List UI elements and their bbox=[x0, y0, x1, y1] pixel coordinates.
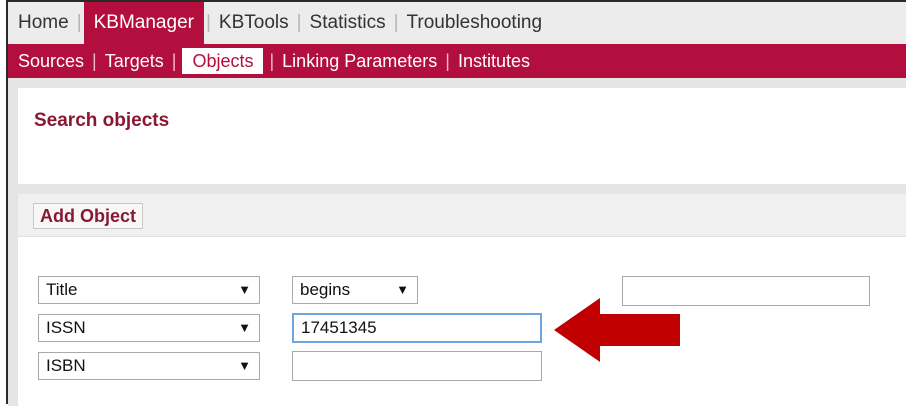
page-title: Search objects bbox=[34, 110, 170, 131]
nav-separator: | bbox=[205, 12, 211, 33]
red-arrow-icon bbox=[554, 298, 680, 362]
nav-separator: | bbox=[296, 12, 302, 33]
field-select-row2[interactable]: ISSN ▼ bbox=[38, 314, 260, 342]
nav-home-label: Home bbox=[18, 12, 69, 33]
nav-separator: | bbox=[393, 12, 399, 33]
operator-select-row1-value: begins bbox=[300, 280, 351, 299]
nav-kbmanager-label: KBManager bbox=[93, 12, 194, 33]
tab-separator: | bbox=[171, 50, 177, 71]
tab-sources[interactable]: Sources bbox=[8, 48, 90, 74]
search-form-panel: Add Object Title ▼ begins ▼ ISSN ▼ ISBN … bbox=[18, 194, 906, 406]
field-select-row1-value: Title bbox=[46, 280, 78, 299]
tab-targets[interactable]: Targets bbox=[99, 48, 170, 74]
tab-sources-label: Sources bbox=[18, 50, 85, 71]
field-select-row3-value: ISBN bbox=[46, 356, 86, 375]
field-select-row3[interactable]: ISBN ▼ bbox=[38, 352, 260, 380]
search-panel: Search objects bbox=[18, 88, 906, 184]
tab-separator: | bbox=[269, 50, 275, 71]
add-object-button[interactable]: Add Object bbox=[33, 203, 144, 229]
main-content: Search objects Add Object Title ▼ begins… bbox=[8, 78, 906, 406]
top-nav: Home | KBManager | KBTools | Statistics … bbox=[8, 2, 906, 45]
nav-kbmanager[interactable]: KBManager bbox=[83, 2, 204, 44]
nav-separator: | bbox=[76, 12, 82, 33]
sub-nav: Sources | Targets | Objects | Linking Pa… bbox=[8, 44, 906, 78]
tab-objects-label: Objects bbox=[192, 50, 254, 71]
tab-separator: | bbox=[92, 50, 97, 71]
nav-statistics[interactable]: Statistics bbox=[304, 2, 392, 44]
field-select-row1[interactable]: Title ▼ bbox=[38, 276, 260, 304]
tab-institutes-label: Institutes bbox=[457, 50, 530, 71]
field-select-row2-value: ISSN bbox=[46, 318, 86, 337]
dropdown-arrow-icon: ▼ bbox=[238, 320, 251, 335]
nav-kbtools-label: KBTools bbox=[218, 12, 289, 33]
nav-statistics-label: Statistics bbox=[309, 12, 386, 33]
tab-linking-parameters-label: Linking Parameters bbox=[282, 50, 438, 71]
dropdown-arrow-icon: ▼ bbox=[396, 282, 409, 297]
nav-kbtools[interactable]: KBTools bbox=[213, 2, 295, 44]
dropdown-arrow-icon: ▼ bbox=[238, 358, 251, 373]
tab-separator: | bbox=[445, 50, 450, 71]
nav-home[interactable]: Home bbox=[8, 2, 75, 44]
app-window: Home | KBManager | KBTools | Statistics … bbox=[6, 0, 906, 406]
tab-objects[interactable]: Objects bbox=[182, 48, 264, 74]
tab-targets-label: Targets bbox=[104, 50, 164, 71]
nav-troubleshooting-label: Troubleshooting bbox=[406, 12, 543, 33]
nav-troubleshooting[interactable]: Troubleshooting bbox=[401, 2, 549, 44]
tab-institutes[interactable]: Institutes bbox=[452, 48, 536, 74]
action-bar: Add Object bbox=[18, 194, 906, 237]
tab-linking-parameters[interactable]: Linking Parameters bbox=[276, 48, 443, 74]
dropdown-arrow-icon: ▼ bbox=[238, 282, 251, 297]
operator-select-row1[interactable]: begins ▼ bbox=[292, 276, 418, 304]
value-input-row3[interactable] bbox=[292, 351, 542, 381]
issn-input[interactable] bbox=[292, 313, 542, 343]
